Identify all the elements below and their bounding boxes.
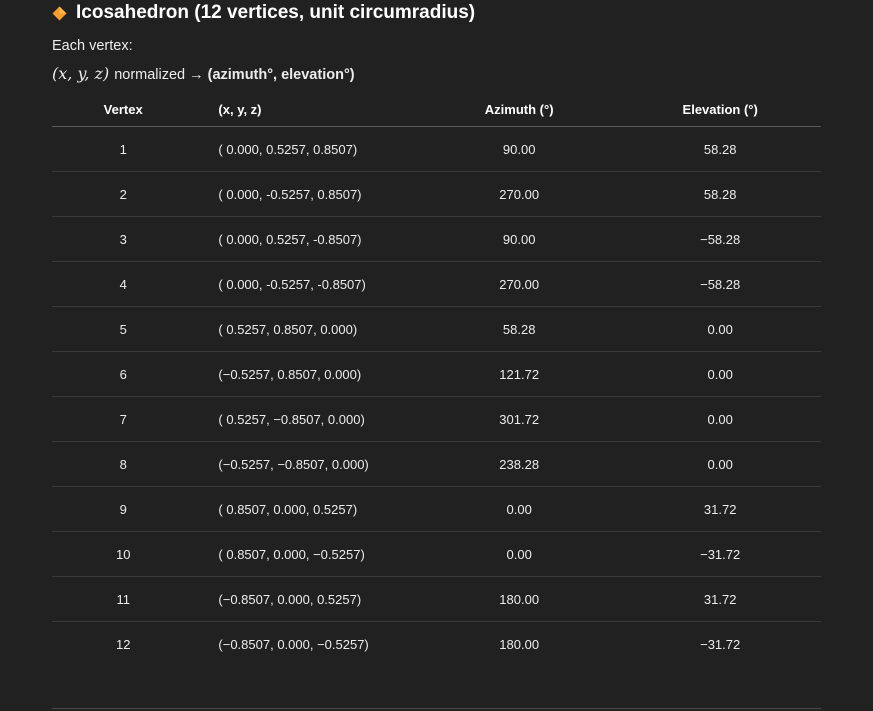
heading-title: Icosahedron (12 vertices, unit circumrad… — [76, 2, 476, 23]
cell-elevation: 0.00 — [619, 306, 821, 352]
cell-elevation: −58.28 — [619, 261, 821, 307]
section-heading: Icosahedron (12 vertices, unit circumrad… — [52, 0, 475, 26]
cell-elevation: 0.00 — [619, 441, 821, 487]
cell-azimuth: 90.00 — [418, 126, 620, 172]
arrow-icon: → — [189, 67, 204, 83]
header-coords: (x, y, z) — [194, 93, 419, 127]
table-row: 1( 0.000, 0.5257, 0.8507) 90.00 58.28 — [52, 126, 821, 172]
cell-coords: (−0.8507, 0.000, 0.5257) — [194, 576, 419, 622]
cell-coords: ( 0.5257, 0.8507, 0.000) — [194, 306, 419, 352]
cell-vertex: 12 — [115, 636, 131, 652]
table-row: 2( 0.000, -0.5257, 0.8507) 270.00 58.28 — [52, 171, 821, 217]
cell-coords: ( 0.8507, 0.000, −0.5257) — [194, 531, 419, 577]
table-row: 4( 0.000, -0.5257, -0.8507) 270.00 −58.28 — [52, 261, 821, 307]
cell-azimuth: 180.00 — [499, 636, 540, 652]
table-row: 9( 0.8507, 0.000, 0.5257) 0.00 31.72 — [52, 486, 821, 532]
cell-vertex: 11 — [52, 576, 195, 622]
formula-line: (x, y, z) normalized → (azimuth°, elevat… — [52, 64, 355, 83]
cell-coords: (−0.8507, 0.000, −0.5257) — [218, 636, 369, 652]
cell-vertex: 1 — [52, 126, 195, 172]
cell-elevation: −31.72 — [700, 636, 741, 652]
cell-coords: ( 0.000, 0.5257, 0.8507) — [194, 126, 419, 172]
intro-text: Each vertex: — [52, 38, 133, 54]
cell-azimuth: 0.00 — [418, 486, 620, 532]
cell-elevation: 0.00 — [619, 351, 821, 397]
table-row: 11 (−0.8507, 0.000, 0.5257) 180.00 31.72 — [52, 576, 821, 622]
cell-coords: ( 0.5257, −0.8507, 0.000) — [194, 396, 419, 442]
cell-azimuth: 270.00 — [418, 261, 620, 307]
cell-elevation: −31.72 — [619, 531, 821, 577]
cell-vertex: 4 — [52, 261, 195, 307]
header-azimuth: Azimuth (°) — [418, 93, 620, 127]
table-row: 5( 0.5257, 0.8507, 0.000) 58.28 0.00 — [52, 306, 821, 352]
table-header-row: Vertex (x, y, z) Azimuth (°) Elevation (… — [52, 93, 821, 127]
cell-elevation: 0.00 — [619, 396, 821, 442]
cell-elevation: 31.72 — [619, 576, 821, 622]
cell-vertex: 8 — [52, 441, 195, 487]
cell-azimuth: 238.28 — [418, 441, 620, 487]
cell-vertex: 5 — [52, 306, 195, 352]
table-row: 8 (−0.5257, −0.8507, 0.000) 238.28 0.00 — [52, 441, 821, 487]
cell-coords: ( 0.000, 0.5257, -0.8507) — [194, 216, 419, 262]
formula-text: normalized — [114, 67, 186, 83]
cell-vertex: 7 — [52, 396, 195, 442]
cell-vertex: 2 — [52, 171, 195, 217]
cell-elevation: 58.28 — [619, 126, 821, 172]
table-row: 10( 0.8507, 0.000, −0.5257) 0.00 −31.72 — [52, 531, 821, 577]
cell-vertex: 10 — [52, 531, 195, 577]
table-row: 6 (−0.5257, 0.8507, 0.000) 121.72 0.00 — [52, 351, 821, 397]
cell-azimuth: 270.00 — [418, 171, 620, 217]
cell-elevation: 31.72 — [619, 486, 821, 532]
cell-azimuth: 58.28 — [418, 306, 620, 352]
vertex-table: Vertex (x, y, z) Azimuth (°) Elevation (… — [52, 93, 821, 666]
cell-vertex: 3 — [52, 216, 195, 262]
header-elevation: Elevation (°) — [619, 93, 821, 127]
cell-coords: ( 0.000, -0.5257, 0.8507) — [194, 171, 419, 217]
cell-vertex: 6 — [52, 351, 195, 397]
table-row: 12 (−0.8507, 0.000, −0.5257) 180.00 −31.72 — [52, 622, 821, 667]
formula-result: (azimuth°, elevation°) — [207, 67, 355, 83]
formula-math: (x, y, z) — [52, 64, 110, 83]
orange-diamond-icon — [52, 6, 67, 21]
cell-elevation: −58.28 — [619, 216, 821, 262]
divider — [52, 708, 821, 709]
cell-vertex: 9 — [52, 486, 195, 532]
cell-coords: ( 0.000, -0.5257, -0.8507) — [194, 261, 419, 307]
cell-coords: (−0.5257, −0.8507, 0.000) — [194, 441, 419, 487]
cell-azimuth: 90.00 — [418, 216, 620, 262]
cell-azimuth: 301.72 — [418, 396, 620, 442]
cell-coords: ( 0.8507, 0.000, 0.5257) — [194, 486, 419, 532]
cell-azimuth: 121.72 — [418, 351, 620, 397]
cell-azimuth: 180.00 — [418, 576, 620, 622]
table-row: 3( 0.000, 0.5257, -0.8507) 90.00 −58.28 — [52, 216, 821, 262]
table-row: 7( 0.5257, −0.8507, 0.000) 301.72 0.00 — [52, 396, 821, 442]
cell-elevation: 58.28 — [619, 171, 821, 217]
cell-coords: (−0.5257, 0.8507, 0.000) — [194, 351, 419, 397]
header-vertex: Vertex — [52, 93, 195, 127]
cell-azimuth: 0.00 — [418, 531, 620, 577]
